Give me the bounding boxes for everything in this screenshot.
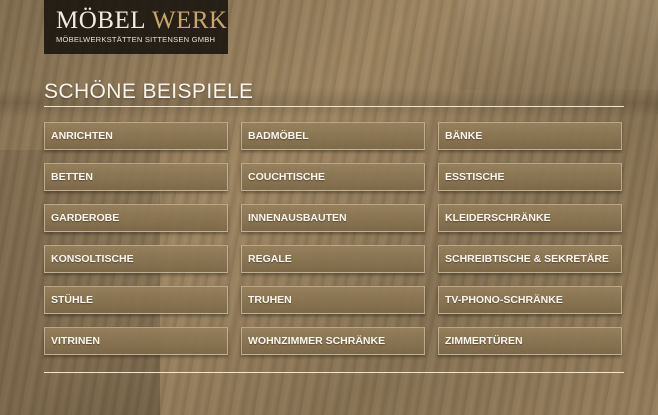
category-button[interactable]: GARDEROBE: [44, 204, 228, 232]
category-button[interactable]: ANRICHTEN: [44, 122, 228, 150]
category-button[interactable]: COUCHTISCHE: [241, 163, 425, 191]
category-button[interactable]: TRUHEN: [241, 286, 425, 314]
page-title: SCHÖNE BEISPIELE: [44, 80, 254, 103]
category-button[interactable]: BETTEN: [44, 163, 228, 191]
category-button[interactable]: KLEIDERSCHRÄNKE: [438, 204, 622, 232]
category-button[interactable]: KONSOLTISCHE: [44, 245, 228, 273]
category-button[interactable]: STÜHLE: [44, 286, 228, 314]
logo-word-moebel: MÖBEL: [56, 7, 146, 34]
divider-bottom: [44, 372, 624, 373]
category-button[interactable]: ESSTISCHE: [438, 163, 622, 191]
background-wood-highlight: [458, 0, 658, 90]
logo-word-werk: WERK: [152, 7, 228, 34]
site-logo[interactable]: MÖBEL WERK MÖBELWERKSTÄTTEN SITTENSEN GMB…: [44, 0, 228, 54]
logo-wordmark: MÖBEL WERK: [56, 8, 228, 34]
category-button[interactable]: INNENAUSBAUTEN: [241, 204, 425, 232]
category-button[interactable]: REGALE: [241, 245, 425, 273]
logo-subtitle: MÖBELWERKSTÄTTEN SITTENSEN GMBH: [56, 35, 216, 44]
category-button[interactable]: SCHREIBTISCHE & SEKRETÄRE: [438, 245, 622, 273]
category-button[interactable]: BADMÖBEL: [241, 122, 425, 150]
divider-top: [44, 106, 624, 107]
category-button[interactable]: WOHNZIMMER SCHRÄNKE: [241, 327, 425, 355]
category-button[interactable]: TV-PHONO-SCHRÄNKE: [438, 286, 622, 314]
category-button[interactable]: BÄNKE: [438, 122, 622, 150]
category-button[interactable]: ZIMMERTÜREN: [438, 327, 622, 355]
category-button[interactable]: VITRINEN: [44, 327, 228, 355]
